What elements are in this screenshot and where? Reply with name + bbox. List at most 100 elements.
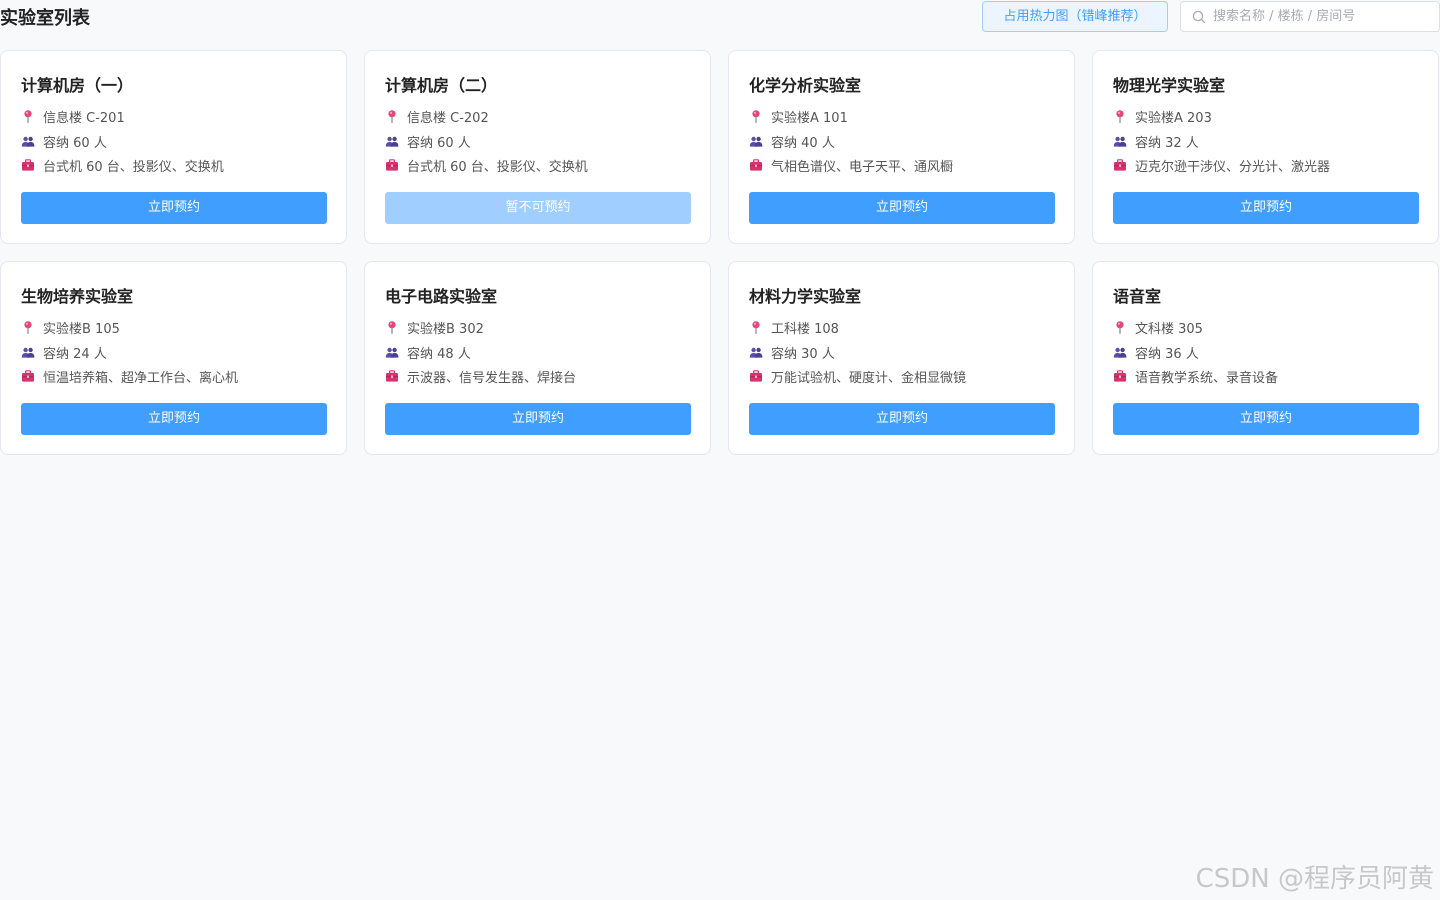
page-header: 实验室列表 占用热力图（错峰推荐）: [0, 0, 1440, 34]
lab-location-row: 信息楼 C-202: [385, 107, 489, 126]
people-icon: [1113, 136, 1127, 147]
lab-card: 计算机房（二） 信息楼 C-202 容纳 60 人 台式机 60 台、投影仪、交…: [364, 50, 711, 244]
lab-name: 计算机房（二）: [385, 76, 498, 95]
lab-location: 文科楼 305: [1135, 321, 1203, 337]
lab-equipment-row: 气相色谱仪、电子天平、通风橱: [749, 156, 954, 175]
page-title: 实验室列表: [0, 8, 90, 29]
map-pin-icon: [752, 110, 760, 123]
toolbox-icon: [750, 159, 762, 171]
lab-equipment: 迈克尔逊干涉仪、分光计、激光器: [1135, 159, 1331, 175]
map-pin-icon: [388, 321, 396, 334]
lab-location-row: 实验楼B 302: [385, 318, 484, 337]
book-button[interactable]: 立即预约: [1113, 192, 1419, 224]
lab-card: 语音室 文科楼 305 容纳 36 人 语音教学系统、录音设备 立即预约: [1092, 261, 1439, 455]
lab-equipment-row: 台式机 60 台、投影仪、交换机: [21, 156, 224, 175]
lab-location-row: 实验楼A 203: [1113, 107, 1212, 126]
search-input[interactable]: [1213, 2, 1437, 31]
book-button-disabled[interactable]: 暂不可预约: [385, 192, 691, 224]
toolbox-icon: [386, 159, 398, 171]
map-pin-icon: [1116, 321, 1124, 334]
lab-equipment-row: 示波器、信号发生器、焊接台: [385, 367, 577, 386]
lab-equipment-row: 万能试验机、硬度计、金相显微镜: [749, 367, 967, 386]
lab-equipment: 台式机 60 台、投影仪、交换机: [43, 159, 224, 175]
lab-capacity: 容纳 24 人: [43, 346, 107, 362]
people-icon: [749, 347, 763, 358]
lab-equipment: 万能试验机、硬度计、金相显微镜: [771, 370, 967, 386]
lab-card: 材料力学实验室 工科楼 108 容纳 30 人 万能试验机、硬度计、金相显微镜 …: [728, 261, 1075, 455]
lab-location-row: 实验楼A 101: [749, 107, 848, 126]
people-icon: [385, 136, 399, 147]
toolbox-icon: [1114, 370, 1126, 382]
lab-name: 语音室: [1113, 287, 1162, 306]
lab-card: 电子电路实验室 实验楼B 302 容纳 48 人 示波器、信号发生器、焊接台 立…: [364, 261, 711, 455]
lab-capacity-row: 容纳 36 人: [1113, 343, 1199, 362]
lab-equipment-row: 语音教学系统、录音设备: [1113, 367, 1279, 386]
lab-capacity-row: 容纳 40 人: [749, 132, 835, 151]
lab-equipment: 语音教学系统、录音设备: [1135, 370, 1279, 386]
heatmap-button[interactable]: 占用热力图（错峰推荐）: [982, 1, 1168, 32]
lab-capacity-row: 容纳 30 人: [749, 343, 835, 362]
lab-location: 实验楼A 203: [1135, 110, 1212, 126]
people-icon: [1113, 347, 1127, 358]
lab-capacity: 容纳 60 人: [43, 135, 107, 151]
lab-equipment: 恒温培养箱、超净工作台、离心机: [43, 370, 239, 386]
lab-equipment-row: 迈克尔逊干涉仪、分光计、激光器: [1113, 156, 1331, 175]
lab-card: 计算机房（一） 信息楼 C-201 容纳 60 人 台式机 60 台、投影仪、交…: [0, 50, 347, 244]
lab-capacity: 容纳 48 人: [407, 346, 471, 362]
map-pin-icon: [1116, 110, 1124, 123]
lab-location-row: 信息楼 C-201: [21, 107, 125, 126]
lab-capacity-row: 容纳 60 人: [21, 132, 107, 151]
lab-capacity-row: 容纳 60 人: [385, 132, 471, 151]
search-icon: [1192, 10, 1206, 24]
map-pin-icon: [24, 110, 32, 123]
book-button[interactable]: 立即预约: [749, 403, 1055, 435]
lab-capacity: 容纳 36 人: [1135, 346, 1199, 362]
page: 实验室列表 占用热力图（错峰推荐） 计算机房（一） 信息楼 C-201: [0, 0, 1440, 900]
lab-location: 信息楼 C-202: [407, 110, 489, 126]
book-button[interactable]: 立即预约: [749, 192, 1055, 224]
watermark: CSDN @程序员阿黄: [1195, 864, 1434, 894]
lab-equipment-row: 恒温培养箱、超净工作台、离心机: [21, 367, 239, 386]
lab-card: 物理光学实验室 实验楼A 203 容纳 32 人 迈克尔逊干涉仪、分光计、激光器…: [1092, 50, 1439, 244]
toolbox-icon: [386, 370, 398, 382]
lab-location: 实验楼B 105: [43, 321, 120, 337]
book-button[interactable]: 立即预约: [21, 403, 327, 435]
lab-name: 化学分析实验室: [749, 76, 862, 95]
lab-capacity-row: 容纳 32 人: [1113, 132, 1199, 151]
search-box[interactable]: [1180, 1, 1440, 32]
book-button[interactable]: 立即预约: [21, 192, 327, 224]
lab-capacity: 容纳 60 人: [407, 135, 471, 151]
toolbox-icon: [22, 370, 34, 382]
lab-name: 生物培养实验室: [21, 287, 134, 306]
lab-name: 物理光学实验室: [1113, 76, 1226, 95]
lab-location-row: 文科楼 305: [1113, 318, 1203, 337]
map-pin-icon: [752, 321, 760, 334]
lab-equipment: 气相色谱仪、电子天平、通风橱: [771, 159, 954, 175]
lab-name: 电子电路实验室: [385, 287, 498, 306]
lab-name: 计算机房（一）: [21, 76, 134, 95]
toolbox-icon: [1114, 159, 1126, 171]
lab-location: 实验楼A 101: [771, 110, 848, 126]
lab-card-grid: 计算机房（一） 信息楼 C-201 容纳 60 人 台式机 60 台、投影仪、交…: [0, 50, 1439, 455]
book-button[interactable]: 立即预约: [385, 403, 691, 435]
lab-capacity: 容纳 32 人: [1135, 135, 1199, 151]
toolbox-icon: [750, 370, 762, 382]
map-pin-icon: [388, 110, 396, 123]
people-icon: [21, 136, 35, 147]
people-icon: [749, 136, 763, 147]
lab-location-row: 工科楼 108: [749, 318, 839, 337]
book-button[interactable]: 立即预约: [1113, 403, 1419, 435]
lab-equipment-row: 台式机 60 台、投影仪、交换机: [385, 156, 588, 175]
lab-card: 生物培养实验室 实验楼B 105 容纳 24 人 恒温培养箱、超净工作台、离心机…: [0, 261, 347, 455]
lab-equipment: 示波器、信号发生器、焊接台: [407, 370, 577, 386]
lab-location: 工科楼 108: [771, 321, 839, 337]
lab-name: 材料力学实验室: [749, 287, 862, 306]
people-icon: [21, 347, 35, 358]
lab-capacity: 容纳 30 人: [771, 346, 835, 362]
lab-equipment: 台式机 60 台、投影仪、交换机: [407, 159, 588, 175]
lab-capacity-row: 容纳 24 人: [21, 343, 107, 362]
lab-location: 实验楼B 302: [407, 321, 484, 337]
lab-card: 化学分析实验室 实验楼A 101 容纳 40 人 气相色谱仪、电子天平、通风橱 …: [728, 50, 1075, 244]
lab-location: 信息楼 C-201: [43, 110, 125, 126]
map-pin-icon: [24, 321, 32, 334]
